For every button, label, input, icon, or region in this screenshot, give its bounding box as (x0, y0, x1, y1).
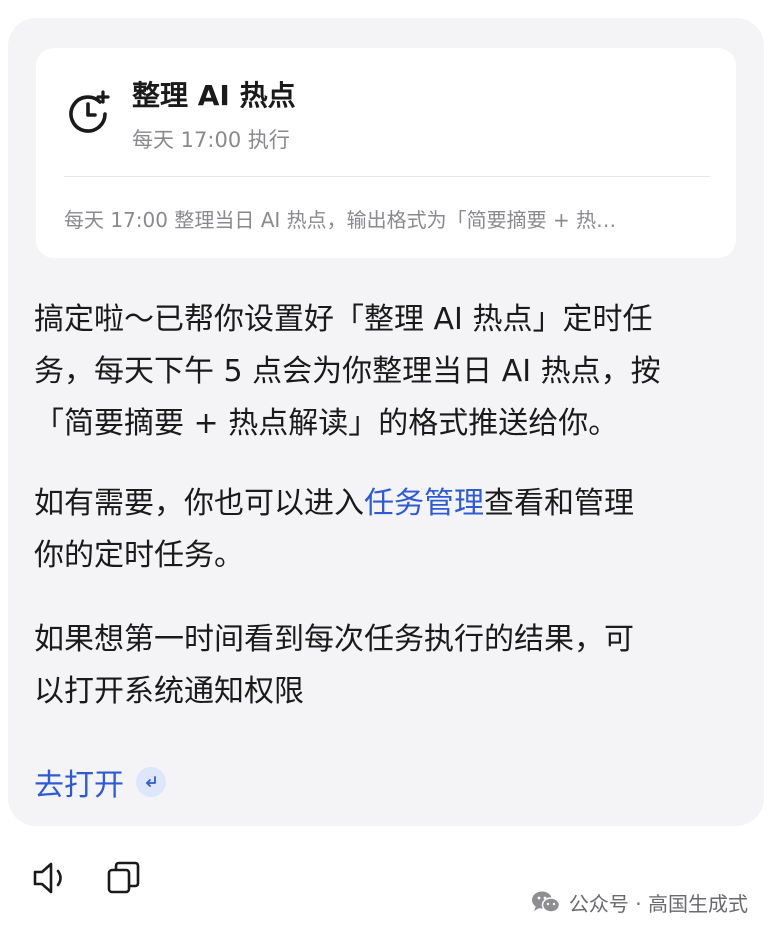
task-management-link[interactable]: 任务管理 (364, 486, 484, 521)
message-line: 你的定时任务。 (34, 538, 244, 573)
copy-icon (107, 861, 140, 894)
message-text: 查看和管理 (484, 486, 634, 521)
assistant-message-bubble: 整理 AI 热点 每天 17:00 执行 每天 17:00 整理当日 AI 热点… (8, 18, 764, 826)
message-paragraph-1: 搞定啦～已帮你设置好「整理 AI 热点」定时任 务，每天下午 5 点会为你整理当… (34, 294, 734, 450)
message-text: 如有需要，你也可以进入 (34, 486, 364, 521)
task-title: 整理 AI 热点 (132, 79, 296, 112)
copy-button[interactable] (104, 858, 144, 898)
wechat-watermark: 公众号 · 高国生成式 (531, 886, 748, 918)
task-detail: 每天 17:00 整理当日 AI 热点，输出格式为「简要摘要 + 热… (64, 208, 617, 232)
message-line: 如果想第一时间看到每次任务执行的结果，可 (34, 622, 634, 657)
return-arrow-icon (136, 767, 166, 797)
task-card-divider (64, 176, 710, 177)
open-notifications-button[interactable]: 去打开 (34, 756, 166, 808)
scheduled-task-card[interactable]: 整理 AI 热点 每天 17:00 执行 每天 17:00 整理当日 AI 热点… (36, 48, 736, 258)
message-paragraph-3: 如果想第一时间看到每次任务执行的结果，可 以打开系统通知权限 (34, 614, 734, 718)
open-notifications-label: 去打开 (34, 768, 124, 803)
speaker-icon (33, 862, 62, 894)
message-line: 搞定啦～已帮你设置好「整理 AI 热点」定时任 (34, 302, 653, 337)
task-schedule: 每天 17:00 执行 (132, 128, 290, 152)
alarm-clock-plus-icon (69, 90, 110, 133)
message-line: 以打开系统通知权限 (34, 674, 304, 709)
read-aloud-button[interactable] (30, 858, 70, 898)
wechat-logo (531, 891, 561, 913)
watermark-text: 公众号 · 高国生成式 (568, 891, 748, 916)
message-paragraph-2: 如有需要，你也可以进入任务管理查看和管理 你的定时任务。 (34, 478, 734, 582)
message-line: 务，每天下午 5 点会为你整理当日 AI 热点，按 (34, 354, 661, 389)
message-line: 「简要摘要 + 热点解读」的格式推送给你。 (34, 406, 619, 441)
message-line: 如有需要，你也可以进入任务管理查看和管理 (34, 478, 734, 530)
